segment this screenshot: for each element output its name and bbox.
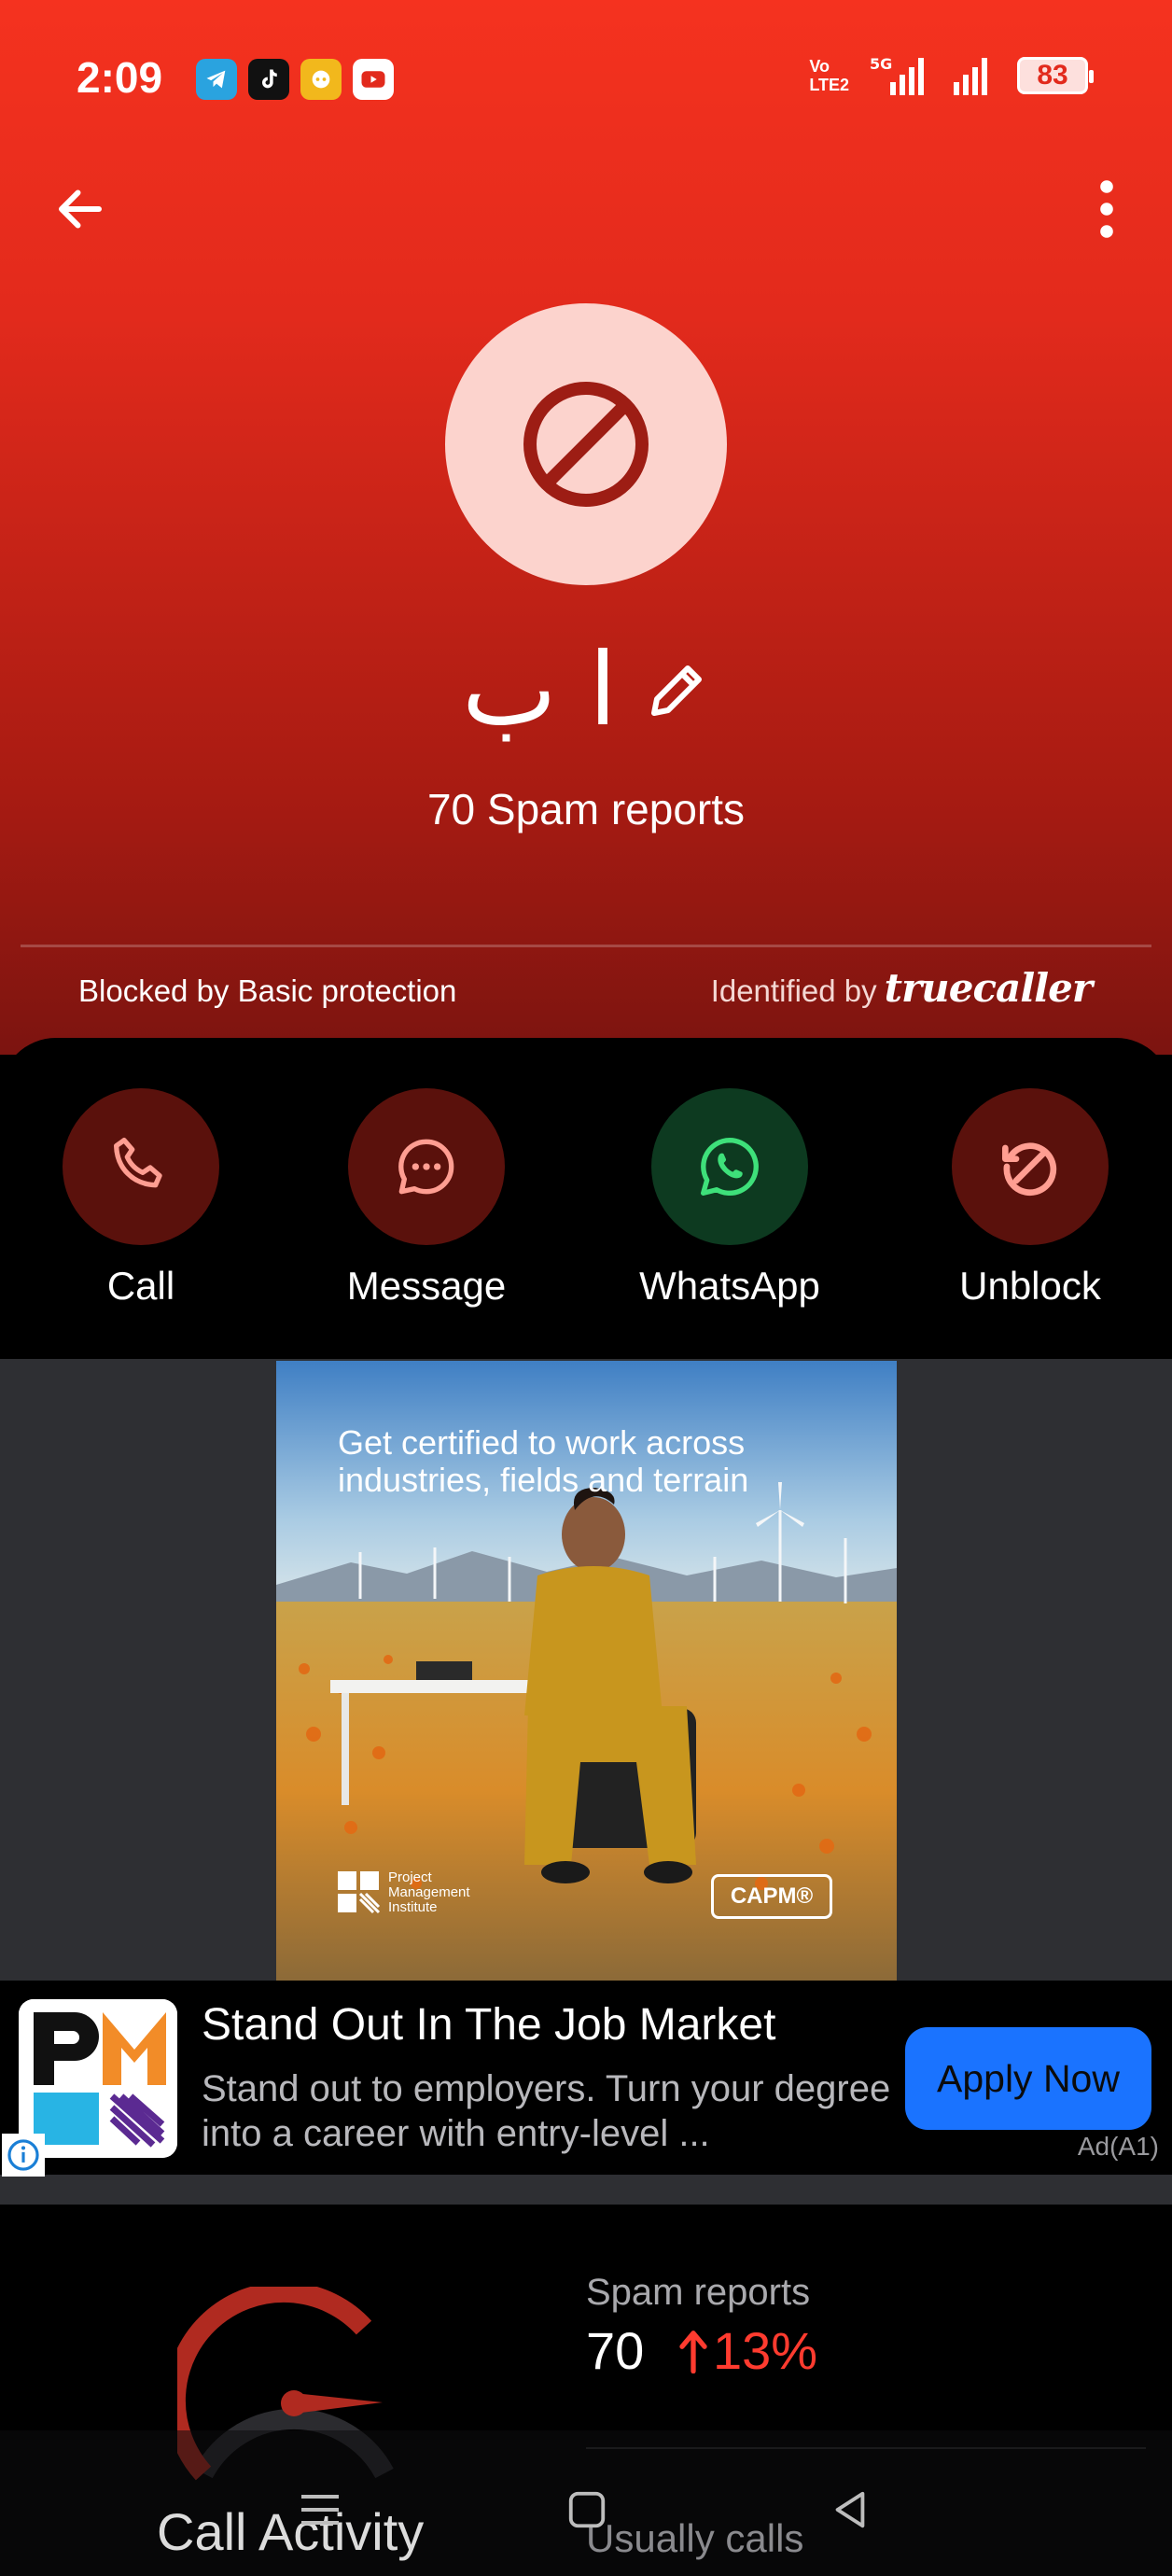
ad-container: Get certified to work across industries,… bbox=[0, 1359, 1172, 2205]
message-circle[interactable] bbox=[348, 1088, 505, 1245]
spam-report-count: 70 Spam reports bbox=[426, 785, 746, 833]
arrow-left-icon bbox=[59, 189, 102, 229]
message-label: Message bbox=[346, 1264, 507, 1308]
ad-image-badge: CAPM® bbox=[711, 1874, 832, 1919]
identified-by: Identified by truecaller bbox=[710, 965, 1093, 1011]
ad-image[interactable]: Get certified to work across industries,… bbox=[276, 1361, 897, 1981]
more-vertical-icon bbox=[1100, 180, 1113, 238]
status-indicators: Vo LTE2 5G 83 bbox=[809, 54, 1094, 97]
block-icon bbox=[523, 382, 649, 507]
contact-name-row: ا ب bbox=[0, 635, 1172, 747]
ad-tag: Ad(A1) bbox=[1077, 2132, 1159, 2161]
svg-text:5G: 5G bbox=[870, 55, 892, 73]
unblock-circle[interactable] bbox=[952, 1088, 1109, 1245]
back-button[interactable] bbox=[45, 174, 116, 245]
call-label: Call bbox=[106, 1264, 175, 1308]
phone-icon bbox=[114, 1138, 162, 1188]
ad-image-org: Project Management Institute bbox=[338, 1870, 491, 1915]
status-time: 2:09 bbox=[77, 53, 163, 102]
pencil-icon[interactable] bbox=[643, 657, 710, 724]
call-circle[interactable] bbox=[63, 1088, 219, 1245]
unblock-icon bbox=[1002, 1142, 1057, 1197]
info-icon bbox=[7, 2139, 39, 2171]
chat-bubble-icon bbox=[398, 1139, 454, 1195]
whatsapp-label: WhatsApp bbox=[639, 1264, 820, 1308]
call-button[interactable]: Call bbox=[38, 1088, 244, 1309]
signal-5g-icon: 5G bbox=[870, 55, 924, 95]
ad-info-button[interactable] bbox=[2, 2134, 45, 2177]
battery-indicator: 83 bbox=[1017, 57, 1094, 94]
blocked-status: Blocked by Basic protection bbox=[78, 973, 457, 1008]
nav-back-button[interactable] bbox=[817, 2477, 883, 2542]
back-triangle-icon bbox=[835, 2491, 865, 2528]
header-divider bbox=[21, 945, 1151, 947]
status-bar: 2:09 Vo LTE2 5G 83 bbox=[0, 0, 1172, 159]
signal-icon bbox=[954, 58, 987, 95]
ad-image-headline: Get certified to work across industries,… bbox=[338, 1423, 749, 1499]
spam-reports-label: Spam reports bbox=[586, 2272, 811, 2313]
home-square-icon bbox=[568, 2491, 606, 2528]
volte-indicator: Vo LTE2 bbox=[809, 57, 849, 94]
ad-details[interactable]: Stand Out In The Job Market Stand out to… bbox=[0, 1981, 1172, 2177]
telegram-icon bbox=[196, 59, 237, 100]
arrow-up-icon bbox=[679, 2330, 707, 2373]
nav-menu-button[interactable] bbox=[287, 2477, 353, 2542]
contact-name: ا ب bbox=[461, 632, 617, 749]
identified-label: Identified by bbox=[710, 973, 877, 1008]
spam-reports-value: 70 bbox=[586, 2321, 645, 2380]
ad-description: Stand out to employers. Turn your degree… bbox=[202, 2068, 891, 2154]
unblock-label: Unblock bbox=[959, 1264, 1101, 1308]
more-options-button[interactable] bbox=[1079, 174, 1135, 245]
contact-header: 2:09 Vo LTE2 5G 83 ا ب 70 Spam reports B… bbox=[0, 0, 1172, 1055]
unblock-button[interactable]: Unblock bbox=[928, 1088, 1133, 1309]
contact-avatar bbox=[445, 303, 727, 585]
truecaller-logo: truecaller bbox=[884, 965, 1093, 1011]
whatsapp-icon bbox=[701, 1138, 759, 1196]
message-button[interactable]: Message bbox=[324, 1088, 529, 1309]
whatsapp-circle[interactable] bbox=[651, 1088, 808, 1245]
notification-icons bbox=[196, 59, 394, 100]
pmi-mini-logo-icon bbox=[338, 1871, 381, 1914]
youtube-icon bbox=[353, 59, 394, 100]
action-bar: Call Message WhatsApp Unblock bbox=[0, 1038, 1172, 1359]
nav-home-button[interactable] bbox=[554, 2477, 620, 2542]
tiktok-icon bbox=[248, 59, 289, 100]
menu-icon bbox=[301, 2495, 339, 2525]
apply-now-button[interactable]: Apply Now bbox=[905, 2027, 1151, 2130]
whatsapp-button[interactable]: WhatsApp bbox=[627, 1088, 832, 1309]
yellow-app-icon bbox=[300, 59, 342, 100]
ad-title: Stand Out In The Job Market bbox=[202, 2000, 776, 2050]
spam-reports-trend: 13% bbox=[679, 2320, 817, 2381]
